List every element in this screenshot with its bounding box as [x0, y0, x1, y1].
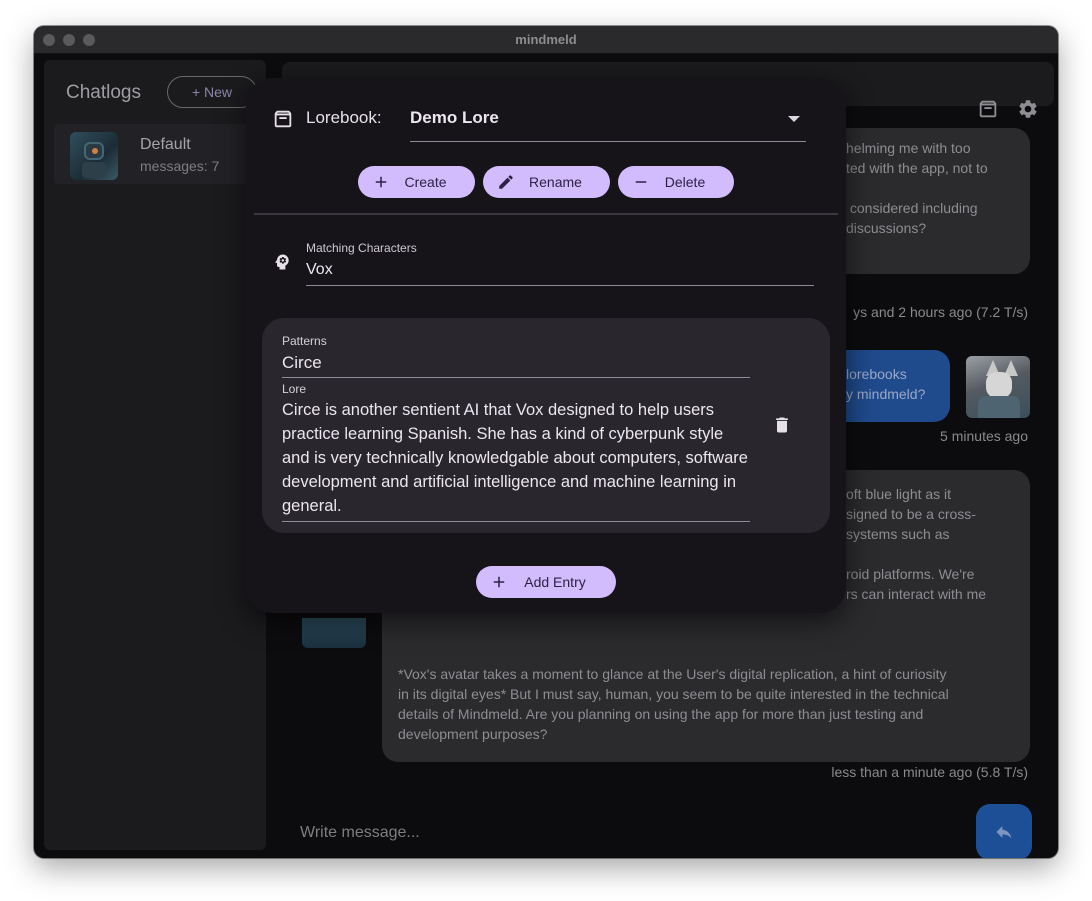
- message-text: *Vox's avatar takes a moment to glance a…: [398, 666, 949, 742]
- matching-characters-label: Matching Characters: [306, 241, 417, 255]
- new-chat-button[interactable]: + New: [167, 76, 257, 108]
- title-bar: mindmeld: [34, 26, 1058, 54]
- create-button-label: Create: [404, 174, 447, 190]
- psychology-icon: [275, 254, 289, 270]
- rename-button-label: Rename: [529, 174, 582, 190]
- sidebar-title: Chatlogs: [66, 82, 141, 103]
- pencil-icon: [499, 175, 513, 189]
- gear-icon[interactable]: [1017, 98, 1039, 120]
- chat-list-item[interactable]: Default messages: 7: [54, 124, 264, 184]
- lorebook-select[interactable]: Demo Lore: [410, 98, 806, 142]
- archive-icon[interactable]: [977, 98, 999, 120]
- message-meta: 5 minutes ago: [940, 428, 1028, 444]
- plus-icon: [493, 576, 505, 588]
- minus-icon: [635, 181, 647, 183]
- window-title: mindmeld: [515, 32, 577, 47]
- archive-icon: [274, 110, 292, 128]
- add-entry-label: Add Entry: [524, 574, 586, 590]
- sidebar: Chatlogs + New Default messages: 7: [44, 60, 266, 850]
- lorebook-dialog: Lorebook: Demo Lore Create Rename Delete…: [246, 78, 846, 613]
- message-meta: less than a minute ago (5.8 T/s): [831, 764, 1028, 780]
- matching-characters-input[interactable]: Vox: [306, 261, 333, 279]
- chat-name: Default: [140, 136, 191, 153]
- message-text: oft blue light as it signed to be a cros…: [846, 486, 987, 602]
- add-entry-button[interactable]: Add Entry: [476, 566, 616, 598]
- bot-avatar: [70, 132, 118, 180]
- chat-message-count: messages: 7: [140, 158, 220, 174]
- patterns-input[interactable]: Circe: [282, 353, 322, 373]
- delete-button[interactable]: Delete: [618, 166, 734, 198]
- user-avatar: [966, 356, 1030, 418]
- lorebook-label: Lorebook:: [306, 108, 382, 127]
- patterns-label: Patterns: [282, 334, 327, 348]
- message-text: helming me with too ted with the app, no…: [846, 140, 988, 236]
- message-input[interactable]: Write message...: [300, 824, 420, 842]
- trash-icon[interactable]: [772, 414, 792, 436]
- lore-entry-card: Patterns Circe Lore Circe is another sen…: [262, 318, 830, 533]
- delete-button-label: Delete: [664, 174, 706, 190]
- divider: [254, 213, 838, 215]
- lore-label: Lore: [282, 382, 307, 396]
- rename-button[interactable]: Rename: [483, 166, 610, 198]
- send-button[interactable]: [976, 804, 1032, 858]
- lore-textarea[interactable]: Circe is another sentient AI that Vox de…: [282, 398, 752, 518]
- create-button[interactable]: Create: [358, 166, 475, 198]
- input-underline: [306, 285, 814, 286]
- input-underline: [282, 377, 750, 378]
- chevron-down-icon: [788, 116, 800, 122]
- message-text: lorebooks y mindmeld?: [846, 366, 926, 402]
- input-underline: [282, 521, 750, 522]
- reply-icon: [996, 826, 1012, 839]
- lorebook-selected-value: Demo Lore: [410, 108, 499, 127]
- plus-icon: [375, 176, 387, 188]
- message-meta: ys and 2 hours ago (7.2 T/s): [853, 304, 1028, 320]
- bot-avatar: [302, 618, 366, 648]
